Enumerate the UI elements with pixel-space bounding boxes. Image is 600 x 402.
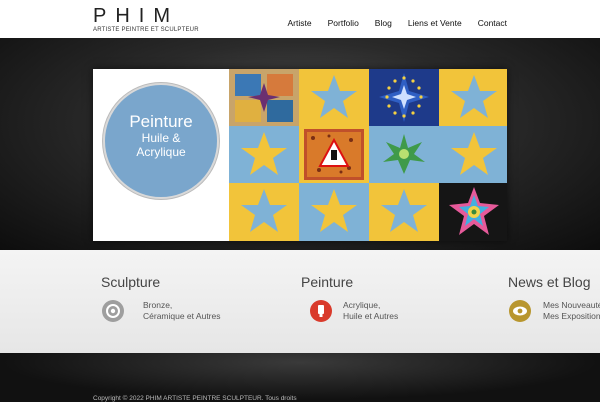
nav-blog[interactable]: Blog xyxy=(375,18,392,28)
painting-tile-star-blue-3 xyxy=(229,183,299,241)
painting-tile-star-blue-2 xyxy=(439,69,507,126)
painting-tile-mosaic xyxy=(229,69,299,126)
nav-portfolio[interactable]: Portfolio xyxy=(328,18,359,28)
painting-tile-green-star xyxy=(369,126,439,183)
painting-tile-star-blue xyxy=(299,69,369,126)
services-section: Sculpture Bronze, Céramique et Autres Pe… xyxy=(0,250,600,353)
nav-contact[interactable]: Contact xyxy=(478,18,507,28)
site-header: PHIM ARTISTE PEINTRE ET SCULPTEUR Artist… xyxy=(0,0,600,38)
nav-liens-et-vente[interactable]: Liens et Vente xyxy=(408,18,462,28)
painting-tile-star-yellow-3 xyxy=(299,183,369,241)
site-footer: Copyright © 2022 PHIM ARTISTE PEINTRE SC… xyxy=(0,353,600,402)
badge-title: Peinture xyxy=(129,112,193,131)
main-nav: Artiste Portfolio Blog Liens et Vente Co… xyxy=(288,18,507,28)
site-logo[interactable]: PHIM ARTISTE PEINTRE ET SCULPTEUR xyxy=(93,6,199,33)
service-sculpture[interactable]: Sculpture Bronze, Céramique et Autres xyxy=(101,274,220,322)
logo-tagline: ARTISTE PEINTRE ET SCULPTEUR xyxy=(93,27,199,33)
service-line-2: Mes Expositions xyxy=(543,311,600,321)
service-title: Peinture xyxy=(301,274,354,290)
badge-line-3: Acrylique xyxy=(136,145,186,159)
service-description: Mes Nouveautés Mes Expositions xyxy=(543,300,600,322)
painting-tile-europe xyxy=(369,69,439,126)
paint-tube-icon xyxy=(310,300,332,322)
hero-section: Peinture Huile & Acrylique xyxy=(0,38,600,250)
service-title: News et Blog xyxy=(508,274,591,290)
painting-grid xyxy=(229,69,507,241)
painting-tile-roadwork xyxy=(299,126,369,183)
painting-tile-star-yellow xyxy=(229,126,299,183)
hero-banner[interactable]: Peinture Huile & Acrylique xyxy=(93,69,507,241)
service-peinture[interactable]: Peinture Acrylique, Huile et Autres xyxy=(301,274,398,322)
painting-tile-mandala xyxy=(439,183,507,241)
nav-artiste[interactable]: Artiste xyxy=(288,18,312,28)
painting-tile-star-yellow-2 xyxy=(439,126,507,183)
logo-title: PHIM xyxy=(93,5,179,27)
badge-line-2: Huile & xyxy=(141,131,181,145)
service-description: Acrylique, Huile et Autres xyxy=(343,300,398,322)
service-line-1: Acrylique, xyxy=(343,300,381,310)
service-title: Sculpture xyxy=(101,274,161,290)
peinture-badge: Peinture Huile & Acrylique xyxy=(103,83,219,199)
target-icon xyxy=(102,300,124,322)
service-line-1: Mes Nouveautés xyxy=(543,300,600,310)
eye-icon xyxy=(509,300,531,322)
service-news-blog[interactable]: News et Blog Mes Nouveautés Mes Expositi… xyxy=(508,274,600,322)
service-description: Bronze, Céramique et Autres xyxy=(143,300,220,322)
banner-badge-panel: Peinture Huile & Acrylique xyxy=(93,69,229,241)
service-line-1: Bronze, xyxy=(143,300,173,310)
service-line-2: Huile et Autres xyxy=(343,311,399,321)
service-line-2: Céramique et Autres xyxy=(143,311,221,321)
painting-tile-star-blue-4 xyxy=(369,183,439,241)
copyright-text: Copyright © 2022 PHIM ARTISTE PEINTRE SC… xyxy=(93,395,297,402)
